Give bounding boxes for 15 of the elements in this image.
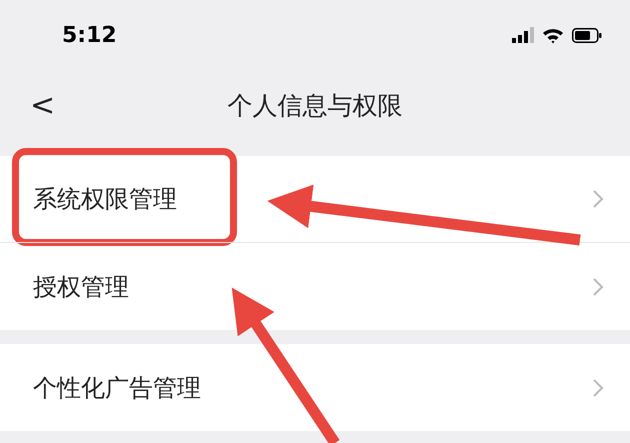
chevron-right-icon (592, 189, 604, 209)
row-label: 个性化广告管理 (33, 372, 201, 404)
settings-row[interactable]: 系统权限管理 (0, 156, 630, 243)
back-button[interactable]: < (30, 91, 56, 121)
page-title: 个人信息与权限 (228, 90, 402, 122)
settings-row[interactable]: 授权管理 (0, 243, 630, 330)
battery-icon (572, 28, 602, 42)
row-label: 授权管理 (33, 272, 129, 302)
signal-icon (512, 27, 534, 43)
wifi-icon (542, 26, 564, 44)
settings-row[interactable]: 个性化广告管理 (0, 344, 630, 431)
row-label: 系统权限管理 (33, 184, 177, 215)
chevron-right-icon (592, 378, 604, 398)
chevron-right-icon (592, 276, 604, 296)
status-time: 5:12 (62, 22, 117, 50)
